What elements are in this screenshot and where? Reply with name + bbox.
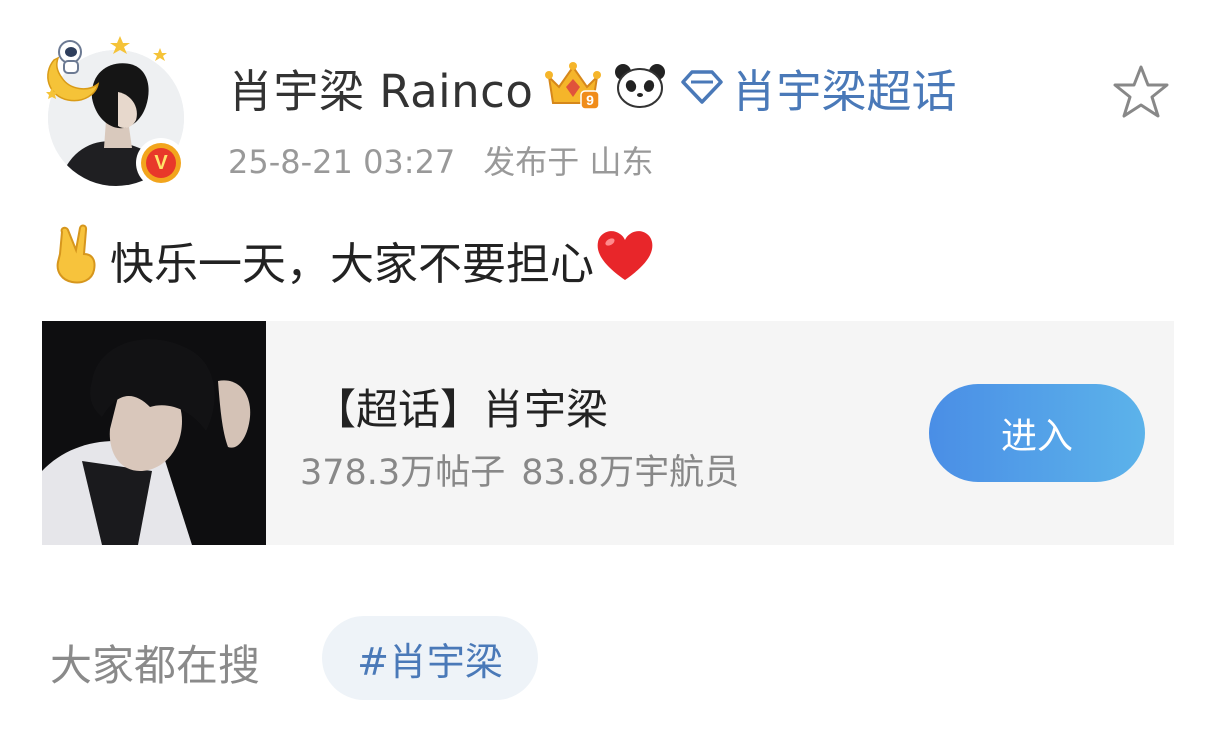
trending-search-label: 大家都在搜 — [50, 641, 261, 690]
verified-badge-label: V — [146, 148, 176, 178]
crown-level-label: 9 — [587, 92, 595, 108]
avatar-wrapper[interactable]: V — [36, 30, 196, 190]
verified-badge: V — [136, 138, 186, 188]
topic-link-label: 肖宇梁超话 — [731, 64, 957, 118]
topic-title: 【超话】肖宇梁 — [314, 385, 609, 434]
post-text: 快乐一天，大家不要担心 — [110, 238, 594, 290]
super-topic-card[interactable]: 【超话】肖宇梁 378.3万帖子 83.8万宇航员 进入 — [42, 321, 1174, 545]
astronaut-moon-stars-icon — [46, 36, 167, 102]
post-location: 发布于 山东 — [483, 143, 654, 181]
hashtag-chip[interactable]: #肖宇梁 — [322, 616, 538, 700]
topic-post-count: 378.3万帖子 — [300, 453, 506, 493]
diamond-icon — [681, 70, 724, 104]
post-body: 快乐一天，大家不要担心 — [48, 224, 656, 295]
topic-stats: 378.3万帖子 83.8万宇航员 — [300, 444, 739, 495]
panda-icon[interactable] — [613, 60, 667, 114]
post-timestamp: 25-8-21 03:27 — [228, 143, 456, 181]
victory-hand-emoji — [48, 224, 104, 295]
author-row: 肖宇梁 Rainco 9 肖宇梁超话 — [228, 55, 956, 119]
topic-link[interactable]: 肖宇梁超话 — [679, 55, 956, 120]
post-meta: 25-8-21 03:27 发布于 山东 — [228, 137, 653, 183]
red-heart-emoji — [594, 226, 656, 293]
crown-level-9-icon[interactable]: 9 — [543, 59, 603, 115]
star-outline-icon[interactable] — [1110, 62, 1172, 124]
topic-member-count: 83.8万宇航员 — [521, 453, 740, 493]
author-name[interactable]: 肖宇梁 Rainco — [228, 55, 533, 120]
enter-topic-button[interactable]: 进入 — [929, 384, 1145, 482]
topic-cover-image — [42, 321, 266, 545]
